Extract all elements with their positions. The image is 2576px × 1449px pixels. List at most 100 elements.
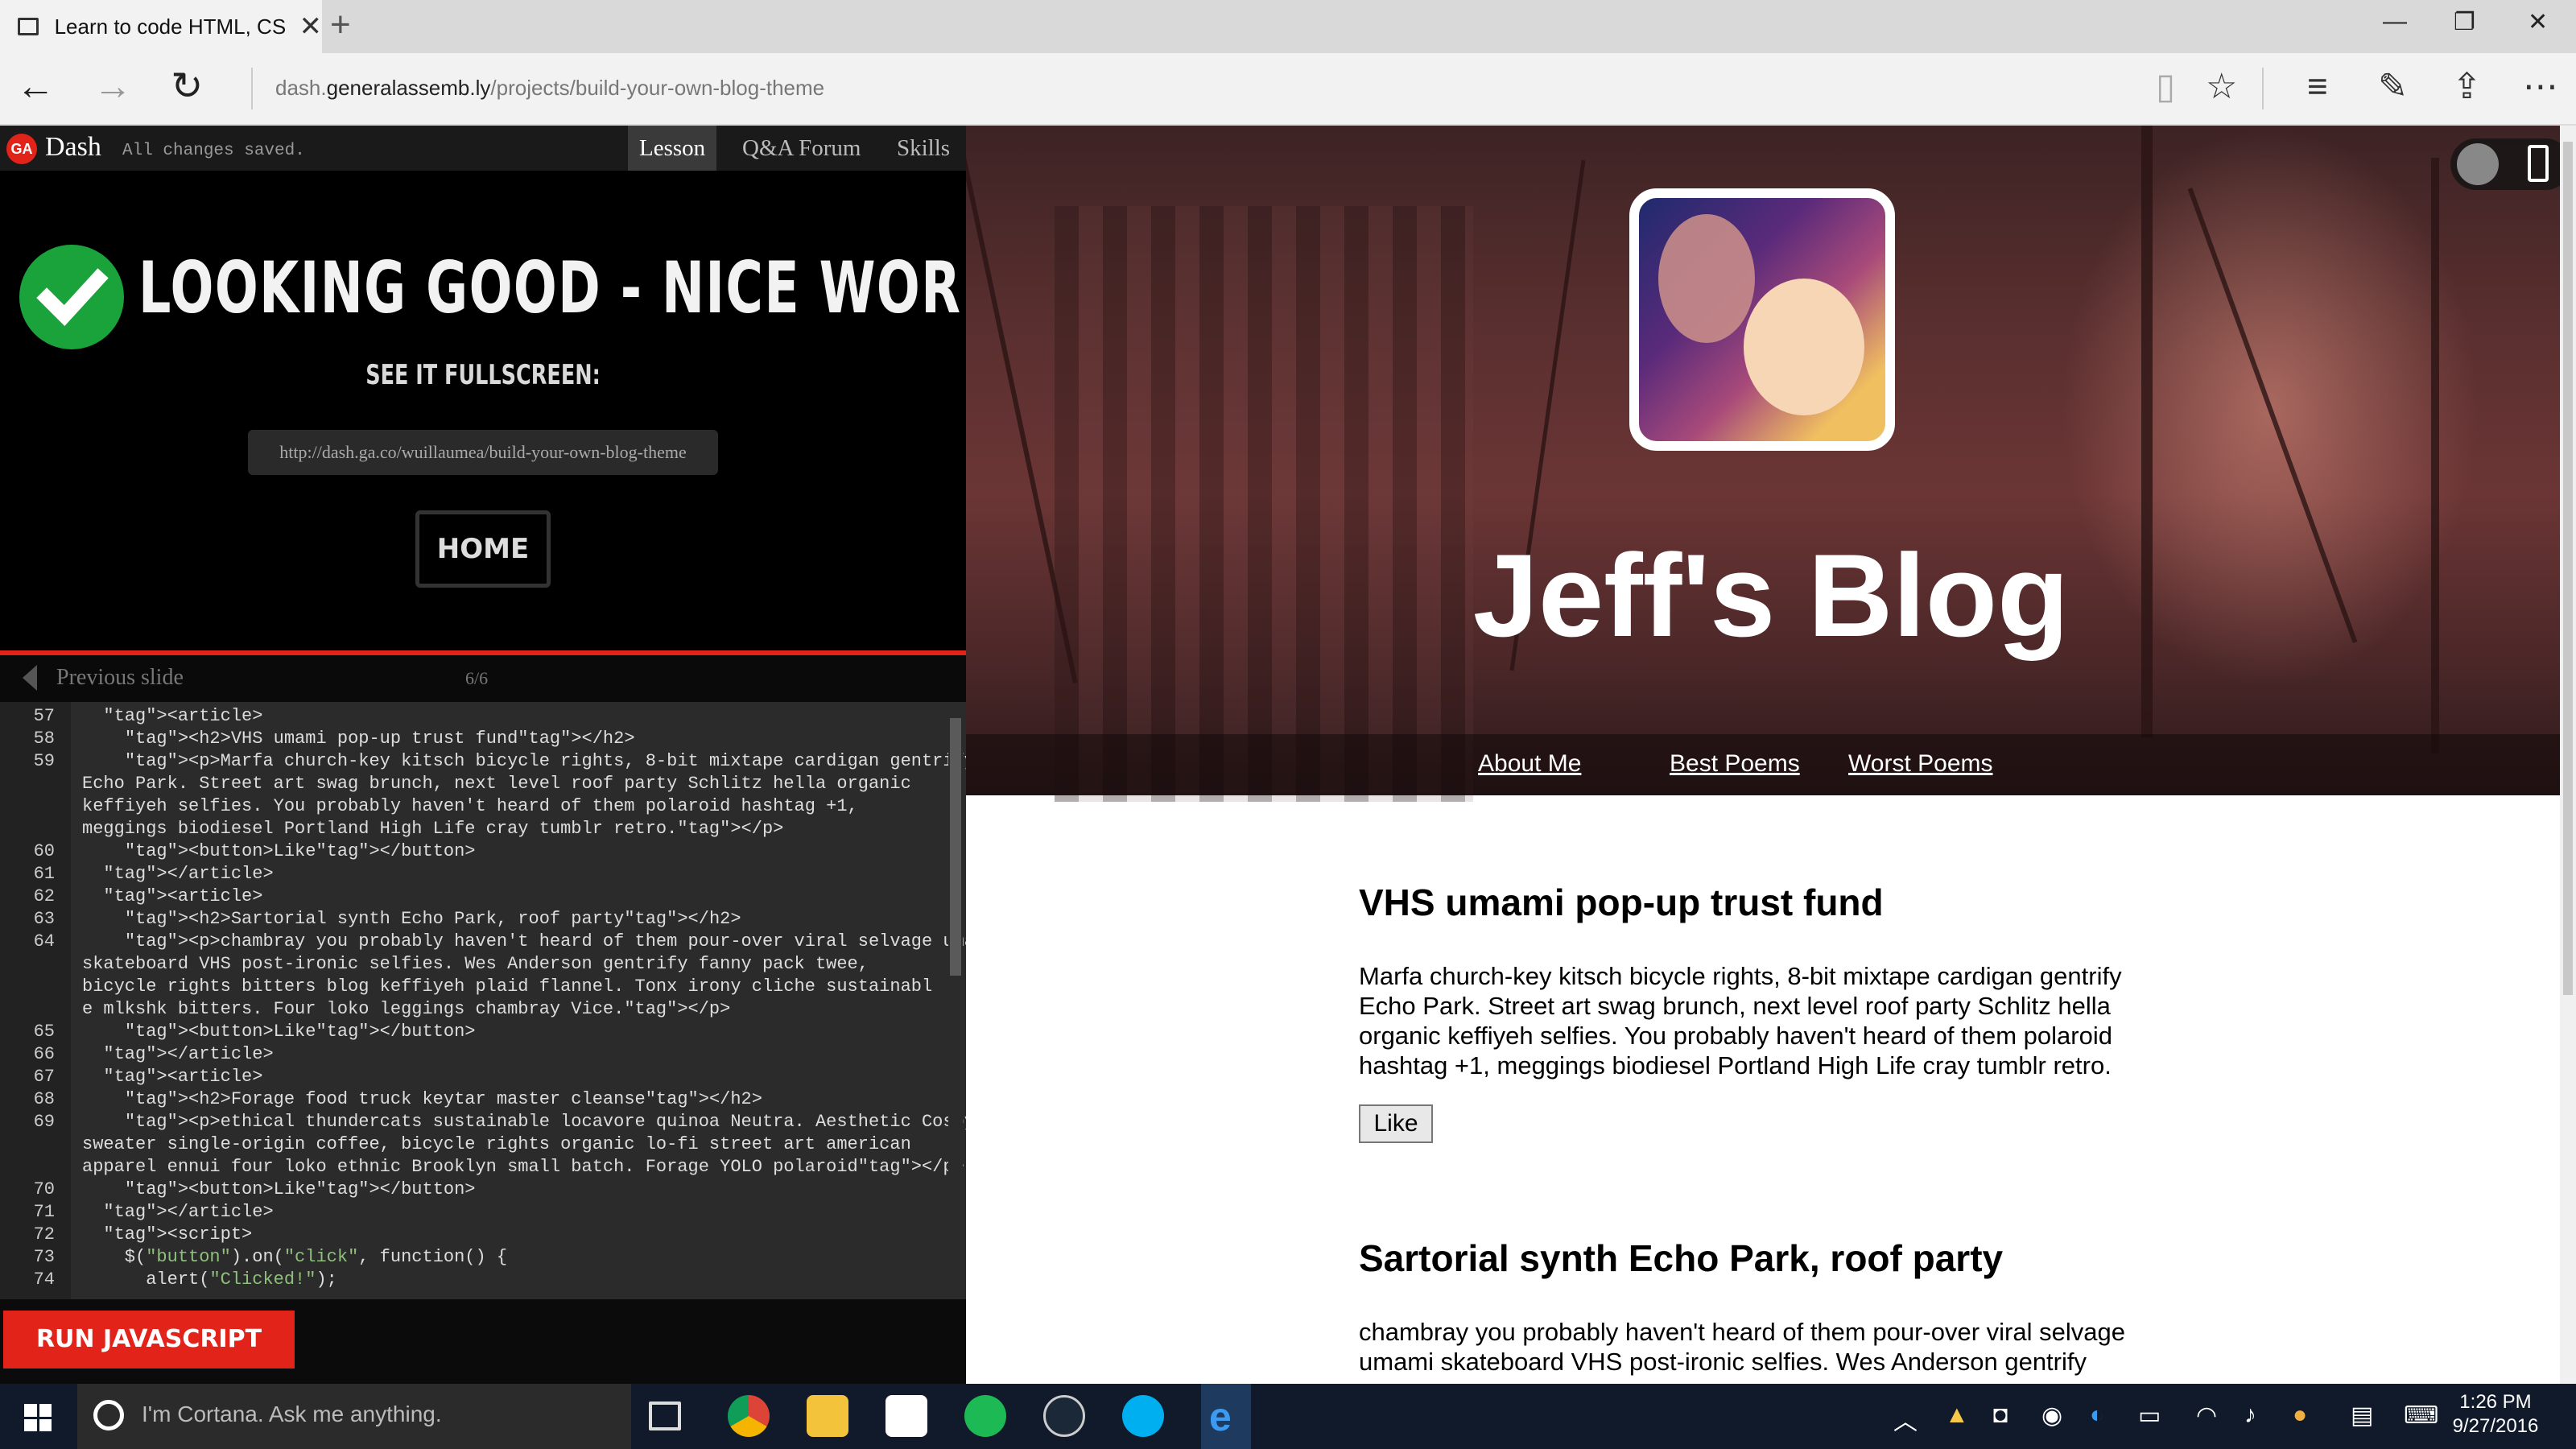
see-fullscreen-label: SEE IT FULLSCREEN:: [365, 359, 601, 391]
view-toggle[interactable]: [2450, 138, 2571, 190]
code-text: Echo Park. Street art swag brunch, next …: [82, 774, 911, 794]
address-bar-row: ← → ↻ dash.generalassemb.ly/projects/bui…: [0, 53, 2576, 126]
tray-app-icon[interactable]: ◘: [1993, 1402, 2008, 1429]
clock-time: 1:26 PM: [2459, 1391, 2532, 1413]
browser-tab[interactable]: Learn to code HTML, CS ✕: [0, 0, 322, 53]
line-number: 61: [33, 864, 55, 884]
cortana-icon: [93, 1400, 124, 1430]
code-text: bicycle rights bitters blog keffiyeh pla…: [82, 976, 933, 997]
code-text: "tag"></article>: [103, 864, 274, 884]
windows-taskbar: I'm Cortana. Ask me anything. e ︿ ▲ ◘ ◉ …: [0, 1384, 2576, 1449]
like-button[interactable]: Like: [1359, 1104, 1433, 1143]
volume-muted-icon[interactable]: ♪: [2244, 1402, 2256, 1429]
nav-about-me[interactable]: About Me: [1478, 750, 1581, 778]
code-text: "tag"><h2>Sartorial synth Echo Park, roo…: [124, 909, 741, 929]
code-editor[interactable]: 57 "tag"><article> 58 "tag"><h2>VHS umami…: [0, 702, 966, 1299]
article-title: VHS umami pop-up trust fund: [1359, 881, 1884, 923]
steam-icon[interactable]: [1043, 1395, 1085, 1437]
mobile-device-icon: [2528, 145, 2549, 182]
app-name: Dash: [45, 132, 101, 162]
new-tab-button[interactable]: +: [330, 5, 351, 45]
tab-page-icon: [18, 18, 39, 35]
code-text: "tag"><button>Like"tag"></button>: [124, 1179, 476, 1199]
cortana-search-box[interactable]: I'm Cortana. Ask me anything.: [77, 1384, 631, 1449]
battery-icon[interactable]: ▭: [2138, 1402, 2161, 1430]
favorite-star-icon[interactable]: ☆: [2206, 68, 2237, 106]
preview-scroll-thumb[interactable]: [2563, 142, 2573, 995]
line-number: 64: [33, 931, 55, 952]
web-note-icon[interactable]: ✎: [2378, 68, 2408, 106]
tray-app-icon[interactable]: ◐: [2090, 1402, 2104, 1429]
code-text: "tag"><button>Like"tag"></button>: [124, 1022, 476, 1042]
nav-best-poems[interactable]: Best Poems: [1670, 750, 1800, 778]
reading-view-icon[interactable]: ▯: [2156, 68, 2175, 106]
tab-close-icon[interactable]: ✕: [299, 10, 323, 43]
run-bar: RUN JAVASCRIPT: [0, 1299, 966, 1384]
url-path: /projects/build-your-own-blog-theme: [490, 76, 825, 100]
steam-tray-icon[interactable]: ◉: [2041, 1402, 2062, 1430]
article-body: chambray you probably haven't heard of t…: [1359, 1318, 2125, 1376]
tab-skills[interactable]: Skills: [886, 126, 961, 171]
editor-scroll-thumb[interactable]: [950, 718, 961, 976]
previous-arrow-icon[interactable]: [23, 665, 37, 691]
avatar-face: [1744, 279, 1864, 415]
code-text: "tag"><article>: [103, 1067, 263, 1087]
url-prefix: dash.: [275, 76, 327, 100]
refresh-icon[interactable]: ↻: [171, 68, 203, 106]
hub-icon[interactable]: ≡: [2307, 68, 2328, 106]
code-text: alert("Clicked!");: [82, 1269, 337, 1290]
line-number: 74: [33, 1269, 55, 1290]
tray-app-icon[interactable]: ●: [2293, 1402, 2307, 1429]
tab-qa-forum[interactable]: Q&A Forum: [731, 126, 872, 171]
share-icon[interactable]: ⇪: [2452, 68, 2482, 106]
nav-worst-poems[interactable]: Worst Poems: [1848, 750, 1993, 778]
previous-slide-link[interactable]: Previous slide: [56, 665, 184, 691]
tab-lesson[interactable]: Lesson: [628, 126, 717, 171]
line-number: 66: [33, 1044, 55, 1064]
url-field[interactable]: dash.generalassemb.ly/projects/build-you…: [275, 76, 824, 101]
task-view-icon[interactable]: [649, 1402, 681, 1430]
edge-icon[interactable]: e: [1201, 1384, 1251, 1449]
code-text: "tag"><article>: [103, 886, 263, 906]
code-text: "tag"><p>Marfa church-key kitsch bicycle…: [124, 751, 966, 771]
slide-navigation: Previous slide 6/6: [0, 655, 966, 702]
code-text: "tag"><article>: [103, 706, 263, 726]
back-arrow-icon[interactable]: ←: [16, 68, 55, 106]
action-center-icon[interactable]: ▤: [2351, 1402, 2373, 1430]
code-text: apparel ennui four loko ethnic Brooklyn …: [82, 1157, 964, 1177]
minimize-icon[interactable]: —: [2383, 8, 2407, 35]
close-window-icon[interactable]: ✕: [2528, 8, 2548, 36]
spotify-icon[interactable]: [964, 1395, 1006, 1437]
wifi-icon[interactable]: ◠: [2196, 1402, 2217, 1430]
divider: [251, 68, 253, 109]
browser-tab-bar: Learn to code HTML, CS ✕ + — ❐ ✕: [0, 0, 2576, 53]
blog-hero: Jeff's Blog About Me Best Poems Worst Po…: [966, 126, 2576, 802]
keyboard-icon[interactable]: ⌨: [2404, 1402, 2438, 1430]
store-icon[interactable]: [886, 1395, 927, 1437]
skype-icon[interactable]: [1122, 1395, 1164, 1437]
show-hidden-icons-icon[interactable]: ︿: [1893, 1402, 1918, 1437]
code-text: skateboard VHS post-ironic selfies. Wes …: [82, 954, 869, 974]
home-button[interactable]: HOME: [415, 510, 551, 588]
start-button[interactable]: [0, 1384, 74, 1449]
file-explorer-icon[interactable]: [807, 1395, 848, 1437]
line-number: 70: [33, 1179, 55, 1199]
url-domain: generalassemb.ly: [326, 76, 491, 100]
line-number: 63: [33, 909, 55, 929]
run-javascript-button[interactable]: RUN JAVASCRIPT: [3, 1311, 295, 1368]
line-number: 71: [33, 1202, 55, 1222]
google-drive-icon[interactable]: ▲: [1945, 1402, 1969, 1429]
tab-title: Learn to code HTML, CS: [54, 14, 287, 39]
ga-logo[interactable]: GA: [6, 134, 37, 164]
chrome-icon[interactable]: [728, 1395, 770, 1437]
code-text: $("button").on("click", function() {: [82, 1247, 508, 1267]
more-icon[interactable]: ⋯: [2523, 68, 2558, 106]
forward-arrow-icon[interactable]: →: [93, 68, 132, 106]
blog-title: Jeff's Blog: [1472, 530, 2070, 661]
code-text: "tag"></article>: [103, 1044, 274, 1064]
code-text: sweater single-origin coffee, bicycle ri…: [82, 1134, 911, 1154]
clock[interactable]: 1:26 PM 9/27/2016: [2447, 1390, 2544, 1439]
windows-logo-icon: [24, 1404, 52, 1431]
fullscreen-url-field[interactable]: http://dash.ga.co/wuillaumea/build-your-…: [248, 430, 718, 475]
restore-icon[interactable]: ❐: [2454, 8, 2475, 36]
